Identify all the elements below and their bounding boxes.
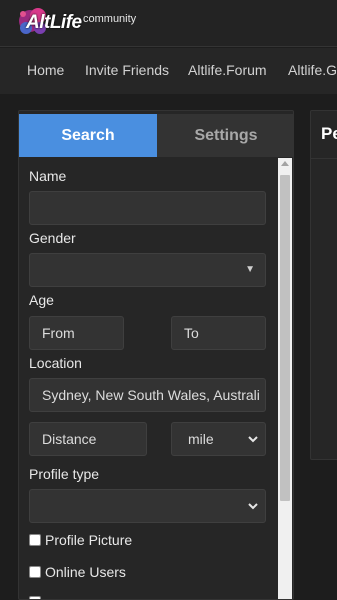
online-users-checkbox[interactable] [29,566,41,578]
name-input[interactable] [29,191,266,225]
tab-search[interactable]: Search [19,114,157,157]
more-checkbox[interactable] [29,596,41,599]
age-to-input[interactable]: To [171,316,266,350]
logo-wordmark: AltLife [26,12,82,33]
profile-type-label: Profile type [29,466,100,482]
location-input[interactable]: Sydney, New South Wales, Australi [29,378,266,412]
more-checkbox-row[interactable] [29,594,45,599]
results-card-header: Pe [311,111,337,159]
nav-altlife-g[interactable]: Altlife.G [288,62,337,78]
results-card-title: Pe [321,124,337,143]
distance-unit-select[interactable]: mile [171,422,266,456]
panel-scrollbar[interactable] [278,158,292,599]
chevron-down-icon [248,436,258,443]
tab-settings[interactable]: Settings [157,114,293,157]
nav-invite-friends[interactable]: Invite Friends [85,62,169,78]
profile-picture-checkbox[interactable] [29,534,41,546]
age-from-input[interactable]: From [29,316,124,350]
chevron-down-icon [248,503,258,510]
top-bar: AltLife community [0,0,337,47]
logo-suffix: community [83,13,137,25]
gender-select[interactable]: ▼ [29,253,266,287]
online-users-label: Online Users [45,564,126,580]
distance-input[interactable]: Distance [29,422,147,456]
results-card: Pe [310,110,337,460]
nav-altlife-forum[interactable]: Altlife.Forum [188,62,267,78]
gender-label: Gender [29,230,76,246]
profile-picture-checkbox-row[interactable]: Profile Picture [29,532,132,548]
unit-value: mile [188,431,214,447]
caret-down-icon: ▼ [245,264,255,275]
scroll-thumb[interactable] [280,175,290,501]
location-label: Location [29,355,82,371]
nav-home[interactable]: Home [27,62,64,78]
scroll-up-icon[interactable] [281,161,289,166]
profile-type-select[interactable] [29,489,266,523]
site-logo[interactable]: AltLife community [18,4,146,40]
age-label: Age [29,292,54,308]
main-nav: Home Invite Friends Altlife.Forum Altlif… [0,48,337,94]
online-users-checkbox-row[interactable]: Online Users [29,564,126,580]
profile-picture-label: Profile Picture [45,532,133,548]
search-panel: Search Settings Name Gender ▼ Age From T… [18,110,294,600]
name-label: Name [29,168,67,184]
